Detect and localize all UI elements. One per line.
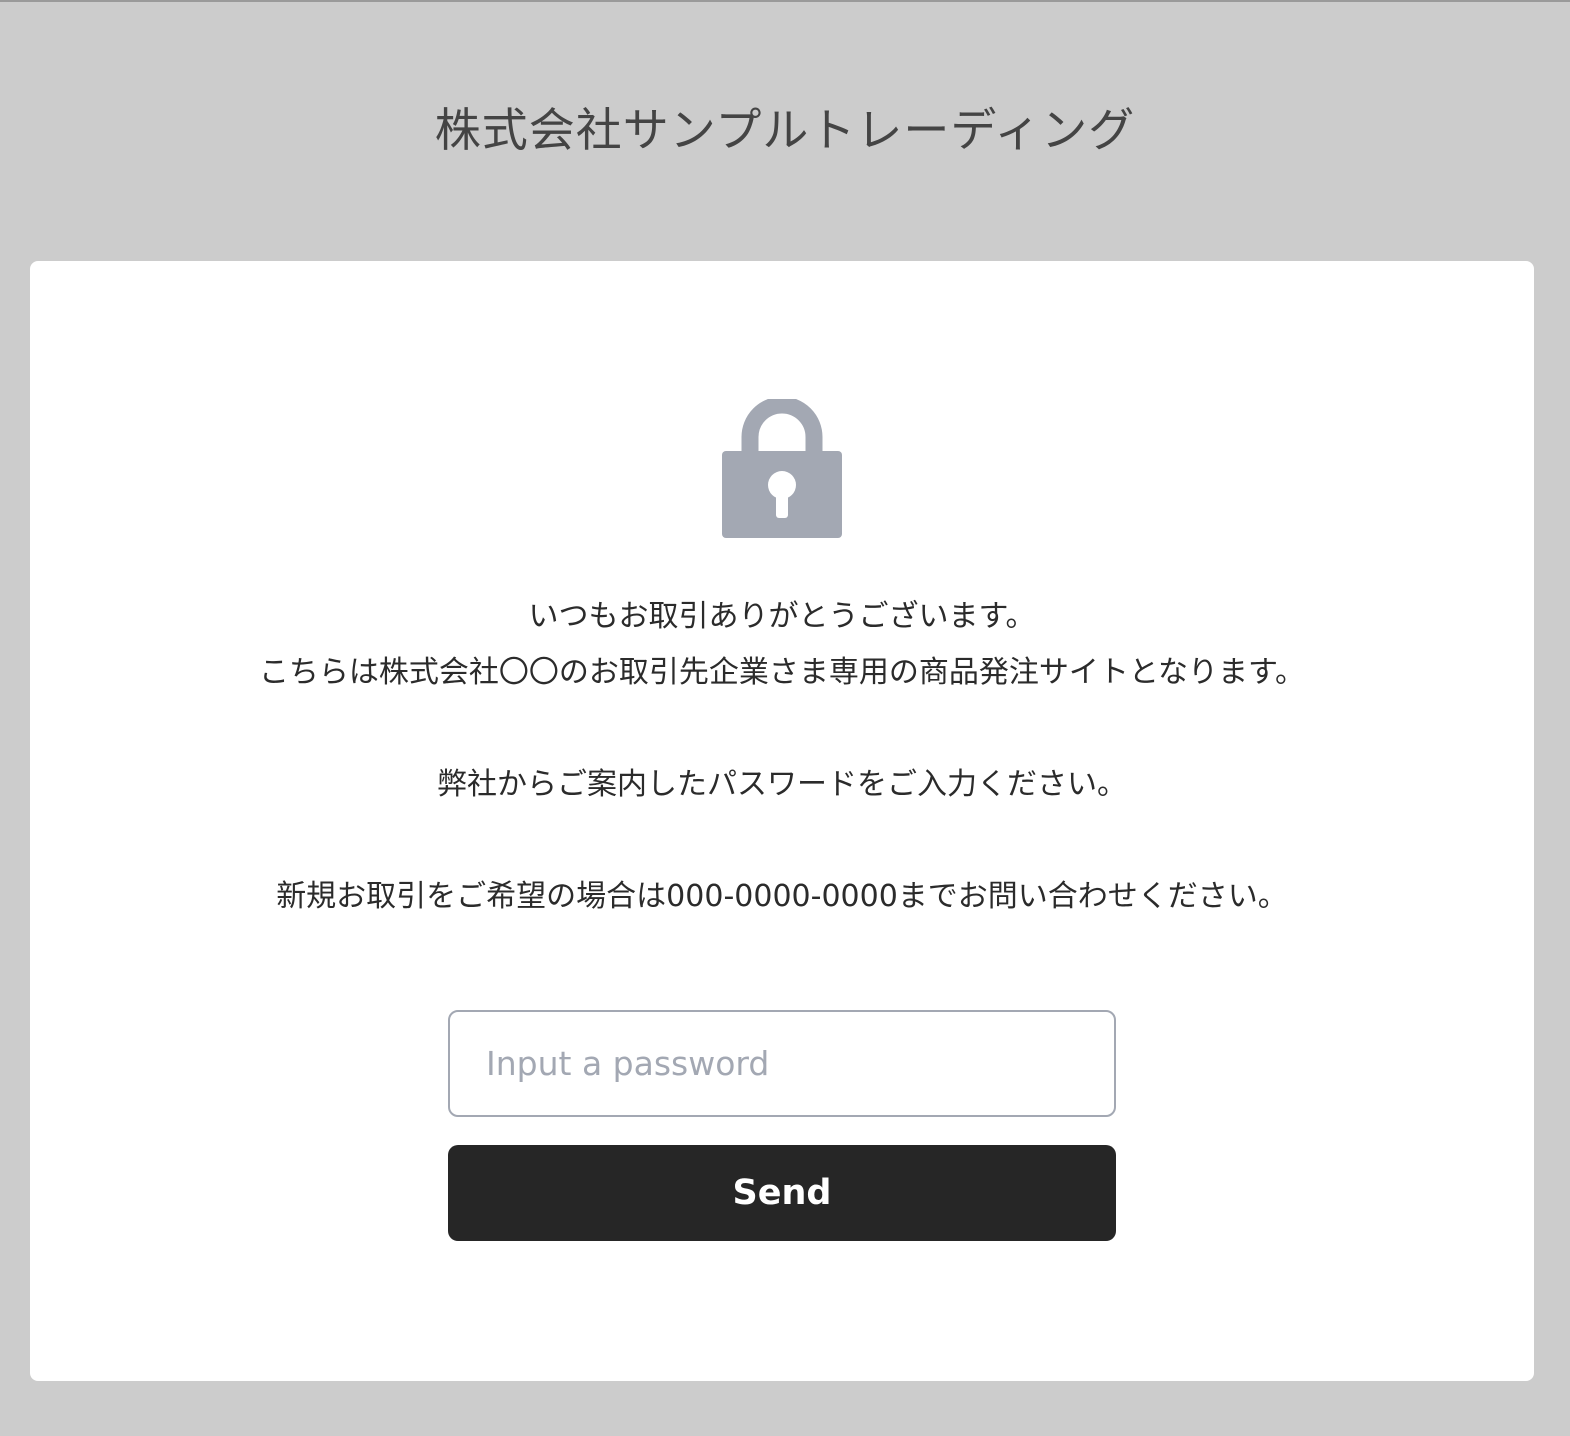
password-input[interactable]	[448, 1010, 1116, 1117]
lock-icon	[720, 399, 844, 539]
send-button[interactable]: Send	[448, 1145, 1116, 1241]
greeting-text: いつもお取引ありがとうございます。	[528, 599, 1036, 634]
site-description-text: こちらは株式会社〇〇のお取引先企業さま専用の商品発注サイトとなります。	[258, 655, 1306, 690]
site-header: 株式会社サンプルトレーディング	[0, 0, 1570, 262]
password-instruction-text: 弊社からご案内したパスワードをご入力ください。	[437, 767, 1127, 802]
site-title: 株式会社サンプルトレーディング	[434, 103, 1136, 157]
contact-text: 新規お取引をご希望の場合は000-0000-0000までお問い合わせください。	[276, 879, 1288, 914]
password-card: いつもお取引ありがとうございます。 こちらは株式会社〇〇のお取引先企業さま専用の…	[30, 261, 1534, 1381]
